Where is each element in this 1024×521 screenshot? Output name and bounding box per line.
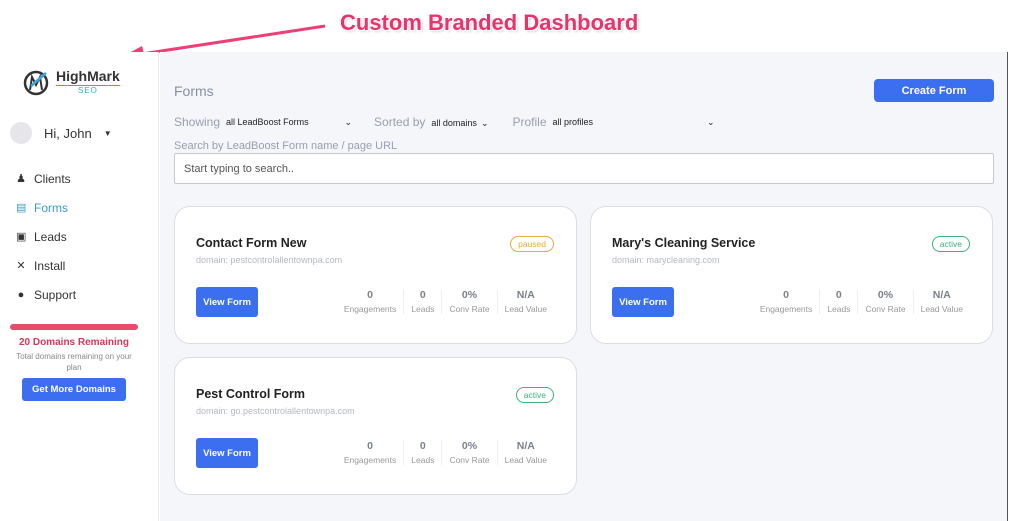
stat-engagements: 0 Engagements bbox=[759, 289, 813, 314]
sorted-label: Sorted by bbox=[374, 115, 426, 129]
get-more-domains-button[interactable]: Get More Domains bbox=[22, 378, 126, 401]
form-title: Pest Control Form bbox=[196, 387, 306, 401]
domain-quota: 20 Domains Remaining Total domains remai… bbox=[10, 324, 138, 401]
form-icon: ▤ bbox=[16, 202, 27, 214]
stat-engagements: 0 Engagements bbox=[343, 289, 397, 314]
annotation-title: Custom Branded Dashboard bbox=[340, 10, 639, 35]
search-label: Search by LeadBoost Form name / page URL bbox=[174, 140, 398, 152]
user-icon: ♟ bbox=[16, 173, 26, 185]
form-title: Contact Form New bbox=[196, 236, 307, 250]
profile-label: Profile bbox=[512, 115, 547, 129]
sidebar-item-leads[interactable]: ▣ Leads bbox=[16, 222, 76, 251]
sorted-value: all domains bbox=[431, 118, 477, 128]
form-stats: 0 Engagements 0 Leads 0% Conv Rate N/A Lead … bbox=[753, 289, 970, 314]
sidebar-item-label: Forms bbox=[34, 200, 68, 215]
profile-select[interactable]: all profiles ⌄ bbox=[553, 115, 715, 129]
status-badge: active bbox=[931, 236, 970, 252]
quota-title: 20 Domains Remaining bbox=[18, 337, 130, 348]
form-title: Mary's Cleaning Service bbox=[612, 236, 756, 250]
quota-subtitle: Total domains remaining on your plan bbox=[16, 352, 132, 372]
stat-lead-value: N/A Lead Value bbox=[912, 289, 970, 314]
sidebar-item-forms[interactable]: ▤ Forms bbox=[16, 193, 76, 222]
contact-card-icon: ▣ bbox=[16, 231, 27, 243]
filters: Showing all LeadBoost Forms ⌄ Sorted by a… bbox=[174, 115, 715, 129]
sidebar-item-label: Clients bbox=[34, 171, 71, 186]
tools-icon: ✕ bbox=[16, 260, 26, 272]
chevron-down-icon: ⌄ bbox=[480, 118, 489, 128]
stat-leads: 0 Leads bbox=[403, 289, 441, 314]
stat-leads: 0 Leads bbox=[403, 440, 441, 465]
form-domain: domain: go.pestcontrolallentownpa.com bbox=[196, 406, 355, 416]
sidebar-item-label: Leads bbox=[34, 229, 67, 244]
stat-engagements: 0 Engagements bbox=[343, 440, 397, 465]
sidebar: HighMark SEO Hi, John ▼ ♟ Clients ▤ Forms ▣ L… bbox=[0, 52, 159, 521]
sidebar-item-install[interactable]: ✕ Install bbox=[16, 251, 76, 280]
status-badge: active bbox=[515, 387, 554, 403]
stat-lead-value: N/A Lead Value bbox=[496, 289, 554, 314]
logo-sub: SEO bbox=[56, 85, 120, 95]
quota-bar bbox=[10, 324, 138, 330]
chat-icon: ● bbox=[17, 288, 25, 301]
main-content: Forms Create Form Showing all LeadBoost … bbox=[160, 52, 1008, 521]
status-badge: paused bbox=[510, 236, 554, 252]
user-greeting: Hi, John bbox=[44, 125, 92, 141]
sorted-select[interactable]: all domains ⌄ bbox=[431, 115, 488, 129]
profile-value: all profiles bbox=[552, 117, 594, 127]
sidebar-nav: ♟ Clients ▤ Forms ▣ Leads ✕ Install ● Support bbox=[16, 164, 76, 309]
stat-conv-rate: 0% Conv Rate bbox=[441, 440, 496, 465]
form-card: Mary's Cleaning Service domain: maryclea… bbox=[590, 206, 993, 344]
stat-leads: 0 Leads bbox=[819, 289, 857, 314]
form-stats: 0 Engagements 0 Leads 0% Conv Rate N/A Lead … bbox=[337, 440, 554, 465]
logo-mark-icon bbox=[23, 70, 49, 96]
sidebar-item-label: Support bbox=[34, 287, 77, 302]
sidebar-item-support[interactable]: ● Support bbox=[16, 280, 76, 309]
view-form-button[interactable]: View Form bbox=[612, 287, 674, 317]
form-domain: domain: pestcontrolallentownpa.com bbox=[196, 255, 343, 265]
view-form-button[interactable]: View Form bbox=[196, 287, 258, 317]
stat-conv-rate: 0% Conv Rate bbox=[857, 289, 912, 314]
brand-logo[interactable]: HighMark SEO bbox=[22, 68, 120, 96]
form-card: Contact Form New domain: pestcontrolalle… bbox=[174, 206, 577, 344]
form-card: Pest Control Form domain: go.pestcontrol… bbox=[174, 357, 577, 495]
caret-down-icon: ▼ bbox=[103, 128, 112, 138]
showing-select[interactable]: all LeadBoost Forms ⌄ bbox=[226, 115, 352, 129]
showing-value: all LeadBoost Forms bbox=[226, 117, 309, 127]
create-form-button[interactable]: Create Form bbox=[874, 79, 994, 102]
chevron-down-icon: ⌄ bbox=[706, 116, 715, 127]
avatar bbox=[10, 122, 32, 144]
form-stats: 0 Engagements 0 Leads 0% Conv Rate N/A Lead … bbox=[337, 289, 554, 314]
view-form-button[interactable]: View Form bbox=[196, 438, 258, 468]
page-title: Forms bbox=[174, 83, 214, 99]
form-domain: domain: marycleaning.com bbox=[612, 255, 720, 265]
sidebar-item-label: Install bbox=[34, 258, 66, 273]
stat-conv-rate: 0% Conv Rate bbox=[441, 289, 496, 314]
stat-lead-value: N/A Lead Value bbox=[496, 440, 554, 465]
search-input[interactable]: Start typing to search.. bbox=[174, 153, 994, 184]
chevron-down-icon: ⌄ bbox=[344, 116, 353, 127]
sidebar-item-clients[interactable]: ♟ Clients bbox=[16, 164, 76, 193]
showing-label: Showing bbox=[174, 115, 221, 129]
user-menu[interactable]: Hi, John ▼ bbox=[10, 122, 112, 144]
logo-name: HighMark bbox=[56, 68, 120, 84]
